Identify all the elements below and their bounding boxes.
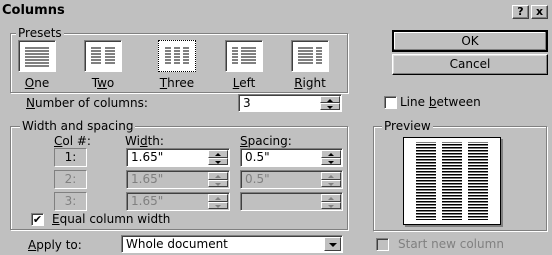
number-of-columns-input[interactable]: 3 [238,94,342,112]
col-1-spacing-input[interactable]: 0.5" [240,148,343,167]
spin-up-icon[interactable] [321,194,341,202]
equal-column-width-label: Equal column width [52,212,171,226]
col-3-label: 3: [54,192,87,211]
spin-down-icon[interactable] [208,179,228,187]
preset-two-button[interactable] [84,40,122,72]
spin-up-icon[interactable] [208,172,228,180]
col-2-spacing-spinner[interactable] [321,172,341,187]
number-of-columns-value: 3 [243,96,251,110]
col-3-spacing-input[interactable] [240,192,343,211]
line-between-label: Line between [400,95,481,109]
preset-right-label: Right [294,76,326,90]
col-2-spacing-value: 0.5" [245,172,270,186]
spin-up-icon[interactable] [321,150,341,158]
left-columns-icon [232,47,256,64]
preset-three-button[interactable] [158,40,196,72]
col-1-width-input[interactable]: 1.65" [126,148,230,167]
preset-one-label: One [24,76,50,90]
col-2-width-spinner[interactable] [208,172,228,187]
col-1-width-value: 1.65" [131,150,164,164]
spin-down-icon[interactable] [208,201,228,209]
number-of-columns-spinner[interactable] [320,96,340,110]
close-button[interactable]: x [531,5,548,19]
preset-right-button[interactable] [291,40,329,72]
chevron-down-icon[interactable] [324,237,341,251]
presets-label: Presets [16,26,64,40]
spin-up-icon[interactable] [320,96,340,103]
col-1-label: 1: [54,148,87,167]
spacing-header: Spacing: [240,134,292,148]
equal-column-width-checkbox[interactable]: ✔ [31,213,44,226]
preview-label: Preview [382,119,433,133]
start-new-column-label: Start new column [398,237,504,251]
preset-one-button[interactable] [18,40,56,72]
help-button[interactable]: ? [512,5,529,19]
width-spacing-label: Width and spacing [20,119,136,133]
col-number-header: Col #: [54,134,91,148]
spin-down-icon[interactable] [208,157,228,165]
apply-to-label: Apply to: [28,238,82,252]
right-columns-icon [298,47,322,64]
preset-left-button[interactable] [225,40,263,72]
spin-down-icon[interactable] [321,157,341,165]
col-2-width-input[interactable]: 1.65" [126,170,230,189]
number-of-columns-label: Number of columns: [26,96,148,110]
col-3-width-input[interactable]: 1.65" [126,192,230,211]
spin-up-icon[interactable] [208,150,228,158]
col-2-spacing-input[interactable]: 0.5" [240,170,343,189]
start-new-column-checkbox[interactable] [376,238,389,251]
two-columns-icon [91,47,115,64]
width-header: Width: [125,134,164,148]
one-column-icon [25,47,49,67]
preset-three-label: Three [159,76,195,90]
spin-up-icon[interactable] [208,194,228,202]
preset-left-label: Left [232,76,256,90]
preview-page [403,137,501,225]
apply-to-value: Whole document [126,237,228,251]
checkmark-icon: ✔ [32,213,43,226]
col-2-label: 2: [54,170,87,189]
col-1-width-spinner[interactable] [208,150,228,165]
col-3-width-value: 1.65" [131,194,164,208]
spin-down-icon[interactable] [320,103,340,110]
apply-to-select[interactable]: Whole document [121,235,343,253]
three-column-preview-icon [416,142,488,220]
dialog-title: Columns [2,3,65,18]
line-between-checkbox[interactable] [384,96,397,109]
spin-up-icon[interactable] [321,172,341,180]
three-columns-icon [165,47,189,64]
cancel-button[interactable]: Cancel [392,54,548,75]
col-1-spacing-spinner[interactable] [321,150,341,165]
col-1-spacing-value: 0.5" [245,150,270,164]
col-2-width-value: 1.65" [131,172,164,186]
spin-down-icon[interactable] [321,179,341,187]
preset-two-label: Two [91,76,115,90]
spin-down-icon[interactable] [321,201,341,209]
ok-button[interactable]: OK [392,30,548,52]
col-3-width-spinner[interactable] [208,194,228,209]
col-3-spacing-spinner[interactable] [321,194,341,209]
